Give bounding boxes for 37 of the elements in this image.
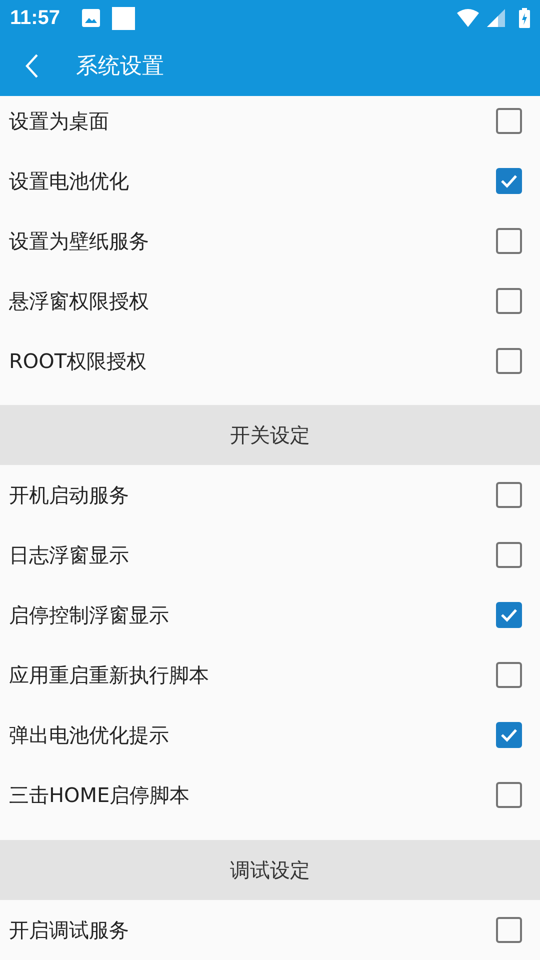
setting-label: 开机启动服务 (9, 482, 130, 508)
setting-label: 日志浮窗显示 (9, 542, 130, 568)
checkmark-icon (500, 174, 518, 188)
checkbox[interactable] (496, 662, 522, 688)
setting-label: 设置为壁纸服务 (9, 228, 150, 254)
setting-label: ROOT权限授权 (9, 348, 148, 374)
checkbox[interactable] (496, 348, 522, 374)
signal-icon (487, 9, 505, 27)
checkbox[interactable] (496, 288, 522, 314)
checkmark-icon (500, 608, 518, 622)
toolbar-title: 系统设置 (76, 53, 164, 81)
setting-label: 悬浮窗权限授权 (9, 288, 150, 314)
checkmark-icon (500, 728, 518, 742)
battery-icon (519, 8, 530, 28)
section-title: 调试设定 (230, 856, 310, 884)
checkbox[interactable] (496, 782, 522, 808)
back-icon (24, 53, 40, 79)
checkbox[interactable] (496, 602, 522, 628)
wifi-icon (457, 9, 479, 27)
setting-label: 三击HOME启停脚本 (9, 782, 191, 808)
setting-label: 设置电池优化 (9, 168, 130, 194)
checkbox[interactable] (496, 482, 522, 508)
section-title: 开关设定 (230, 422, 310, 448)
checkbox[interactable] (496, 917, 522, 943)
checkbox[interactable] (496, 108, 522, 134)
checkbox[interactable] (496, 168, 522, 194)
checkbox[interactable] (496, 722, 522, 748)
status-time: 11:57 (10, 6, 60, 30)
notification-icon (112, 6, 136, 30)
setting-label: 启停控制浮窗显示 (9, 602, 170, 628)
setting-label: 应用重启重新执行脚本 (9, 662, 210, 688)
checkbox[interactable] (496, 228, 522, 254)
setting-label: 设置为桌面 (9, 108, 110, 134)
setting-label: 弹出电池优化提示 (9, 722, 170, 748)
setting-label: 开启调试服务 (9, 916, 130, 944)
checkbox[interactable] (496, 542, 522, 568)
image-icon (82, 9, 100, 27)
